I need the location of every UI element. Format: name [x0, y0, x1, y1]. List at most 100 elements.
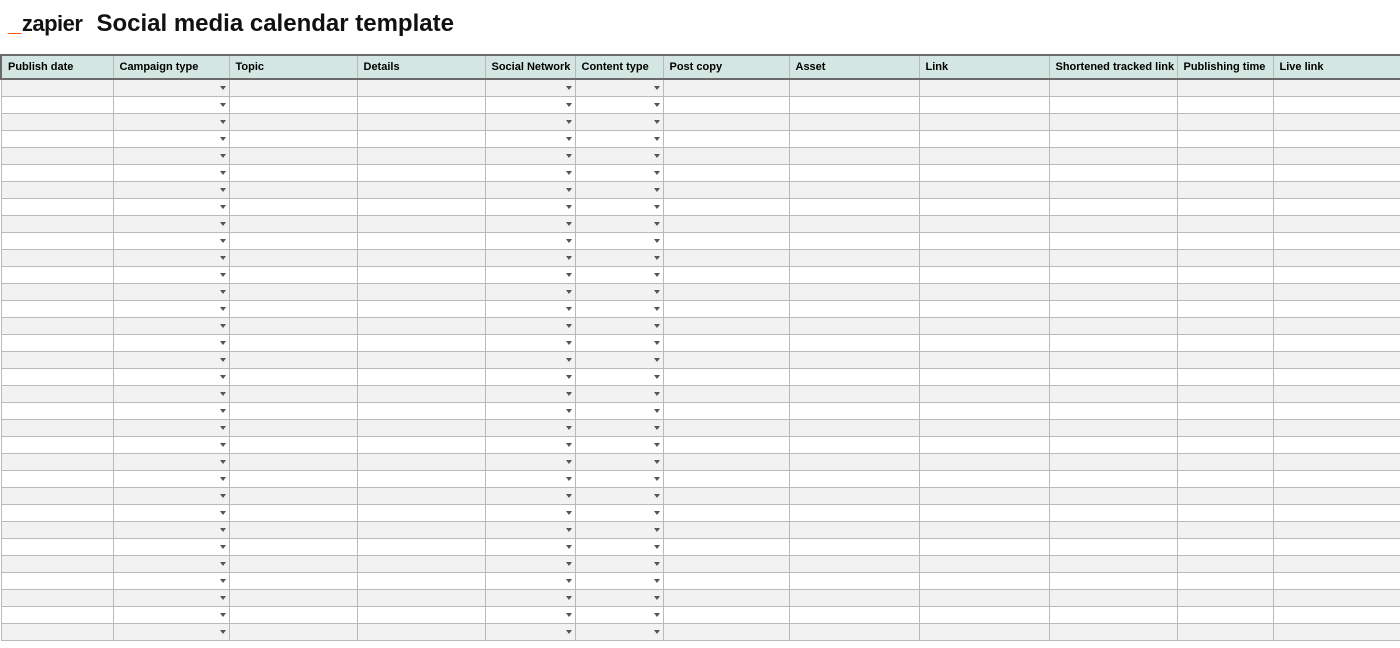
cell-publish_date[interactable] — [1, 385, 113, 402]
cell-asset[interactable] — [789, 249, 919, 266]
cell-asset[interactable] — [789, 504, 919, 521]
dropdown-arrow-icon[interactable] — [566, 256, 572, 260]
col-header-campaign_type[interactable]: Campaign type — [113, 55, 229, 79]
cell-asset[interactable] — [789, 79, 919, 96]
cell-topic[interactable] — [229, 351, 357, 368]
cell-publish_date[interactable] — [1, 79, 113, 96]
dropdown-arrow-icon[interactable] — [654, 290, 660, 294]
dropdown-arrow-icon[interactable] — [566, 222, 572, 226]
cell-topic[interactable] — [229, 334, 357, 351]
cell-asset[interactable] — [789, 589, 919, 606]
cell-content_type[interactable] — [575, 368, 663, 385]
cell-live_link[interactable] — [1273, 368, 1400, 385]
cell-campaign_type[interactable] — [113, 96, 229, 113]
cell-short_link[interactable] — [1049, 555, 1177, 572]
dropdown-arrow-icon[interactable] — [654, 273, 660, 277]
cell-short_link[interactable] — [1049, 181, 1177, 198]
cell-social_network[interactable] — [485, 368, 575, 385]
cell-link[interactable] — [919, 283, 1049, 300]
cell-campaign_type[interactable] — [113, 538, 229, 555]
dropdown-arrow-icon[interactable] — [220, 103, 226, 107]
cell-short_link[interactable] — [1049, 606, 1177, 623]
cell-details[interactable] — [357, 164, 485, 181]
cell-details[interactable] — [357, 572, 485, 589]
cell-link[interactable] — [919, 470, 1049, 487]
cell-content_type[interactable] — [575, 232, 663, 249]
cell-short_link[interactable] — [1049, 504, 1177, 521]
cell-details[interactable] — [357, 521, 485, 538]
cell-publish_date[interactable] — [1, 419, 113, 436]
cell-campaign_type[interactable] — [113, 453, 229, 470]
cell-live_link[interactable] — [1273, 147, 1400, 164]
cell-post_copy[interactable] — [663, 215, 789, 232]
cell-pub_time[interactable] — [1177, 113, 1273, 130]
cell-post_copy[interactable] — [663, 589, 789, 606]
cell-link[interactable] — [919, 96, 1049, 113]
dropdown-arrow-icon[interactable] — [654, 528, 660, 532]
dropdown-arrow-icon[interactable] — [566, 630, 572, 634]
cell-content_type[interactable] — [575, 164, 663, 181]
dropdown-arrow-icon[interactable] — [566, 103, 572, 107]
cell-campaign_type[interactable] — [113, 504, 229, 521]
cell-publish_date[interactable] — [1, 198, 113, 215]
cell-live_link[interactable] — [1273, 589, 1400, 606]
cell-short_link[interactable] — [1049, 317, 1177, 334]
cell-pub_time[interactable] — [1177, 215, 1273, 232]
cell-short_link[interactable] — [1049, 470, 1177, 487]
cell-pub_time[interactable] — [1177, 300, 1273, 317]
dropdown-arrow-icon[interactable] — [566, 528, 572, 532]
cell-publish_date[interactable] — [1, 521, 113, 538]
cell-live_link[interactable] — [1273, 436, 1400, 453]
cell-post_copy[interactable] — [663, 283, 789, 300]
cell-content_type[interactable] — [575, 453, 663, 470]
cell-live_link[interactable] — [1273, 402, 1400, 419]
cell-publish_date[interactable] — [1, 283, 113, 300]
cell-content_type[interactable] — [575, 130, 663, 147]
cell-asset[interactable] — [789, 317, 919, 334]
cell-details[interactable] — [357, 198, 485, 215]
cell-campaign_type[interactable] — [113, 113, 229, 130]
cell-campaign_type[interactable] — [113, 300, 229, 317]
cell-asset[interactable] — [789, 555, 919, 572]
cell-post_copy[interactable] — [663, 555, 789, 572]
cell-publish_date[interactable] — [1, 470, 113, 487]
cell-social_network[interactable] — [485, 504, 575, 521]
cell-social_network[interactable] — [485, 232, 575, 249]
cell-short_link[interactable] — [1049, 538, 1177, 555]
cell-social_network[interactable] — [485, 623, 575, 640]
cell-campaign_type[interactable] — [113, 470, 229, 487]
cell-asset[interactable] — [789, 351, 919, 368]
cell-post_copy[interactable] — [663, 164, 789, 181]
cell-asset[interactable] — [789, 113, 919, 130]
dropdown-arrow-icon[interactable] — [220, 205, 226, 209]
cell-topic[interactable] — [229, 130, 357, 147]
cell-pub_time[interactable] — [1177, 606, 1273, 623]
dropdown-arrow-icon[interactable] — [654, 579, 660, 583]
dropdown-arrow-icon[interactable] — [220, 120, 226, 124]
cell-post_copy[interactable] — [663, 147, 789, 164]
cell-pub_time[interactable] — [1177, 521, 1273, 538]
cell-publish_date[interactable] — [1, 487, 113, 504]
dropdown-arrow-icon[interactable] — [566, 137, 572, 141]
cell-campaign_type[interactable] — [113, 606, 229, 623]
cell-topic[interactable] — [229, 79, 357, 96]
dropdown-arrow-icon[interactable] — [654, 171, 660, 175]
cell-social_network[interactable] — [485, 419, 575, 436]
cell-post_copy[interactable] — [663, 623, 789, 640]
cell-link[interactable] — [919, 334, 1049, 351]
cell-pub_time[interactable] — [1177, 555, 1273, 572]
dropdown-arrow-icon[interactable] — [566, 273, 572, 277]
cell-content_type[interactable] — [575, 215, 663, 232]
cell-campaign_type[interactable] — [113, 521, 229, 538]
cell-post_copy[interactable] — [663, 334, 789, 351]
cell-live_link[interactable] — [1273, 249, 1400, 266]
cell-link[interactable] — [919, 623, 1049, 640]
cell-live_link[interactable] — [1273, 317, 1400, 334]
dropdown-arrow-icon[interactable] — [654, 511, 660, 515]
dropdown-arrow-icon[interactable] — [566, 239, 572, 243]
cell-social_network[interactable] — [485, 436, 575, 453]
cell-link[interactable] — [919, 402, 1049, 419]
cell-post_copy[interactable] — [663, 249, 789, 266]
dropdown-arrow-icon[interactable] — [566, 477, 572, 481]
cell-content_type[interactable] — [575, 283, 663, 300]
